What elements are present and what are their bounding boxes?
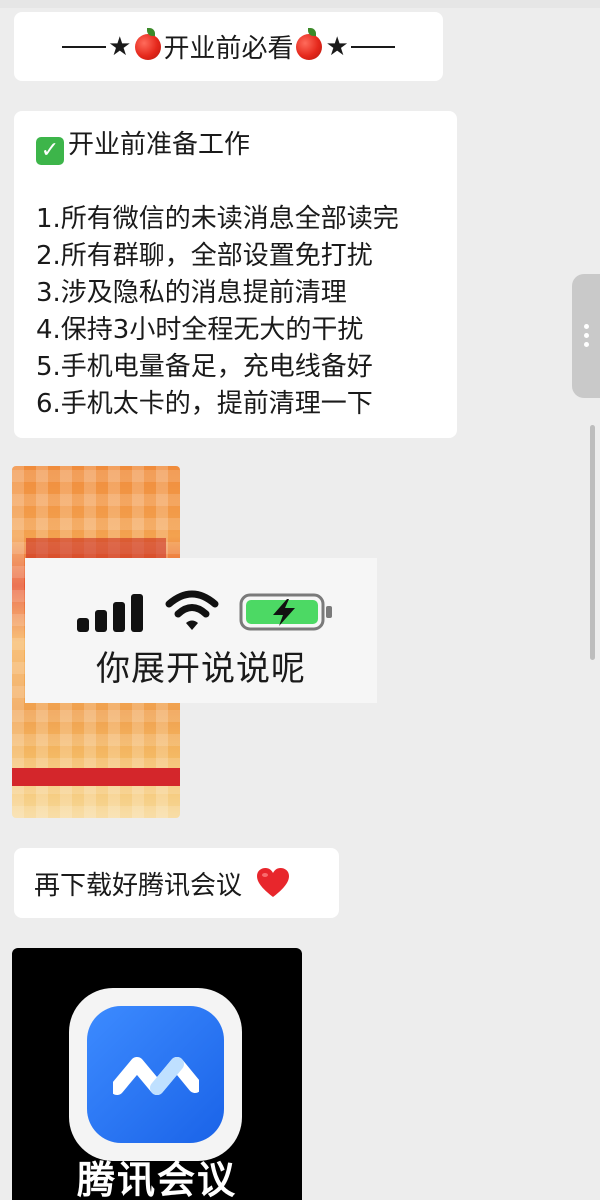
meme-overlay[interactable]: 你展开说说呢 bbox=[25, 558, 377, 703]
battery-charging-icon bbox=[239, 593, 332, 631]
signal-bars-icon bbox=[77, 594, 143, 632]
checklist-item: 4.保持3小时全程无大的干扰 bbox=[36, 315, 364, 345]
download-text: 再下载好腾讯会议 bbox=[34, 870, 243, 901]
star-icon-right: ★ bbox=[325, 31, 349, 62]
header-text: 开业前必看 bbox=[163, 34, 294, 64]
scrollbar[interactable] bbox=[590, 425, 595, 660]
checklist-item: 2.所有群聊，全部设置免打扰 bbox=[36, 241, 373, 271]
tencent-meeting-icon bbox=[87, 1006, 224, 1143]
app-icon-tile bbox=[69, 988, 242, 1161]
message-bubble-header[interactable]: ★ 开业前必看 ★ bbox=[14, 12, 443, 81]
top-edge bbox=[0, 0, 600, 8]
red-heart-icon bbox=[257, 868, 290, 897]
checklist-title: 开业前准备工作 bbox=[68, 130, 251, 160]
side-drag-handle[interactable] bbox=[572, 274, 600, 398]
dash-right bbox=[350, 45, 395, 48]
app-label: 腾讯会议 bbox=[76, 1158, 237, 1200]
checklist-item: 5.手机电量备足，充电线备好 bbox=[36, 352, 373, 382]
meme-caption: 你展开说说呢 bbox=[96, 649, 306, 689]
dash-left bbox=[62, 45, 107, 48]
image-message-app-icon[interactable]: 腾讯会议 bbox=[12, 948, 302, 1200]
star-icon-left: ★ bbox=[108, 31, 132, 62]
tencent-meeting-logo bbox=[113, 1057, 199, 1095]
mosaic-band bbox=[26, 538, 166, 558]
message-bubble-download[interactable]: 再下载好腾讯会议 bbox=[14, 848, 339, 918]
apple-icon bbox=[295, 27, 322, 60]
checklist-item: 3.涉及隐私的消息提前清理 bbox=[36, 278, 347, 308]
apple-icon bbox=[135, 27, 162, 60]
checklist-item: 1.所有微信的未读消息全部读完 bbox=[36, 204, 399, 234]
checklist-item: 6.手机太卡的，提前清理一下 bbox=[36, 389, 373, 419]
check-mark-icon: ✓ bbox=[36, 137, 64, 165]
status-icons-row bbox=[25, 588, 377, 632]
message-bubble-checklist[interactable]: ✓ 开业前准备工作 1.所有微信的未读消息全部读完 2.所有群聊，全部设置免打扰 … bbox=[14, 111, 457, 438]
wifi-icon bbox=[165, 590, 219, 630]
checklist-title-row: ✓ 开业前准备工作 bbox=[36, 127, 437, 165]
mosaic-red-bar bbox=[12, 768, 180, 786]
